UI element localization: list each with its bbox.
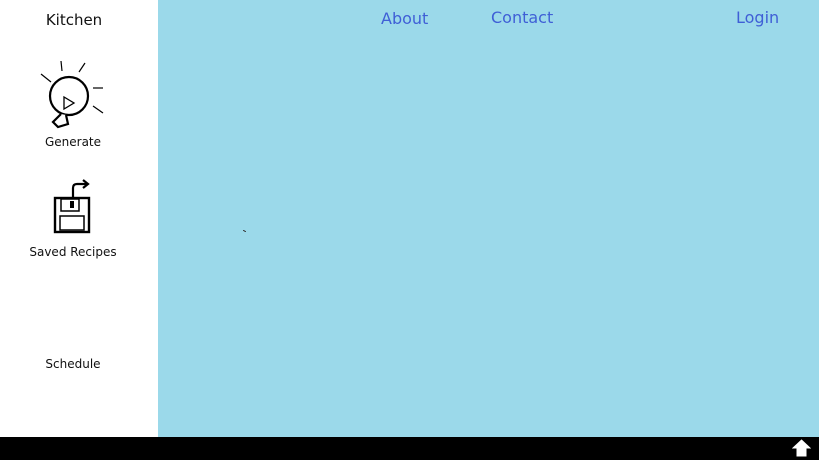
app-window: Kitchen Generate Saved Recipes Schedule … [0,0,819,460]
home-arrow-icon[interactable] [792,439,811,458]
app-title: Kitchen [45,11,103,29]
sidebar-item-generate[interactable]: Generate [0,58,146,149]
sidebar-item-label: Generate [44,135,102,149]
floppy-disk-share-icon [53,179,91,234]
sidebar-item-label: Schedule [45,357,101,371]
sidebar: Kitchen Generate Saved Recipes Schedule [0,0,158,437]
nav-link-login[interactable]: Login [736,8,779,27]
nav-link-contact[interactable]: Contact [491,8,553,27]
nav-link-about[interactable]: About [381,9,428,28]
main-content: About Contact Login [158,0,819,437]
sidebar-item-saved-recipes[interactable]: Saved Recipes [0,178,146,259]
sidebar-item-label: Saved Recipes [29,245,117,259]
sidebar-item-schedule[interactable]: Schedule [0,357,146,371]
taskbar [0,437,819,460]
lightbulb-play-icon [40,60,104,129]
stray-mark [243,230,246,232]
